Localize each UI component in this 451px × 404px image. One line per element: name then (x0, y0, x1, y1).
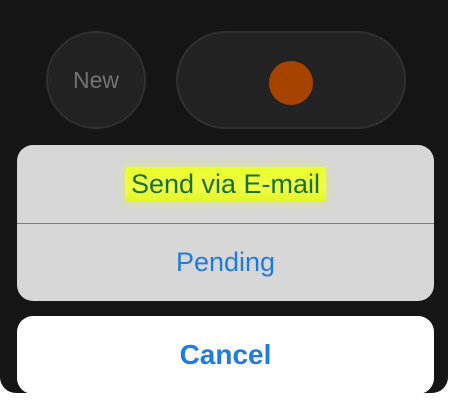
send-via-email-action[interactable]: Send via E-mail (17, 145, 434, 224)
pending-label: Pending (175, 247, 276, 277)
pending-action[interactable]: Pending (17, 224, 434, 301)
cancel-label: Cancel (179, 339, 272, 370)
send-via-email-label: Send via E-mail (124, 166, 327, 202)
screen: New Send via E-mail Pending Cancel (0, 0, 451, 404)
action-sheet: Send via E-mail Pending (17, 145, 434, 301)
cancel-button[interactable]: Cancel (17, 316, 434, 394)
